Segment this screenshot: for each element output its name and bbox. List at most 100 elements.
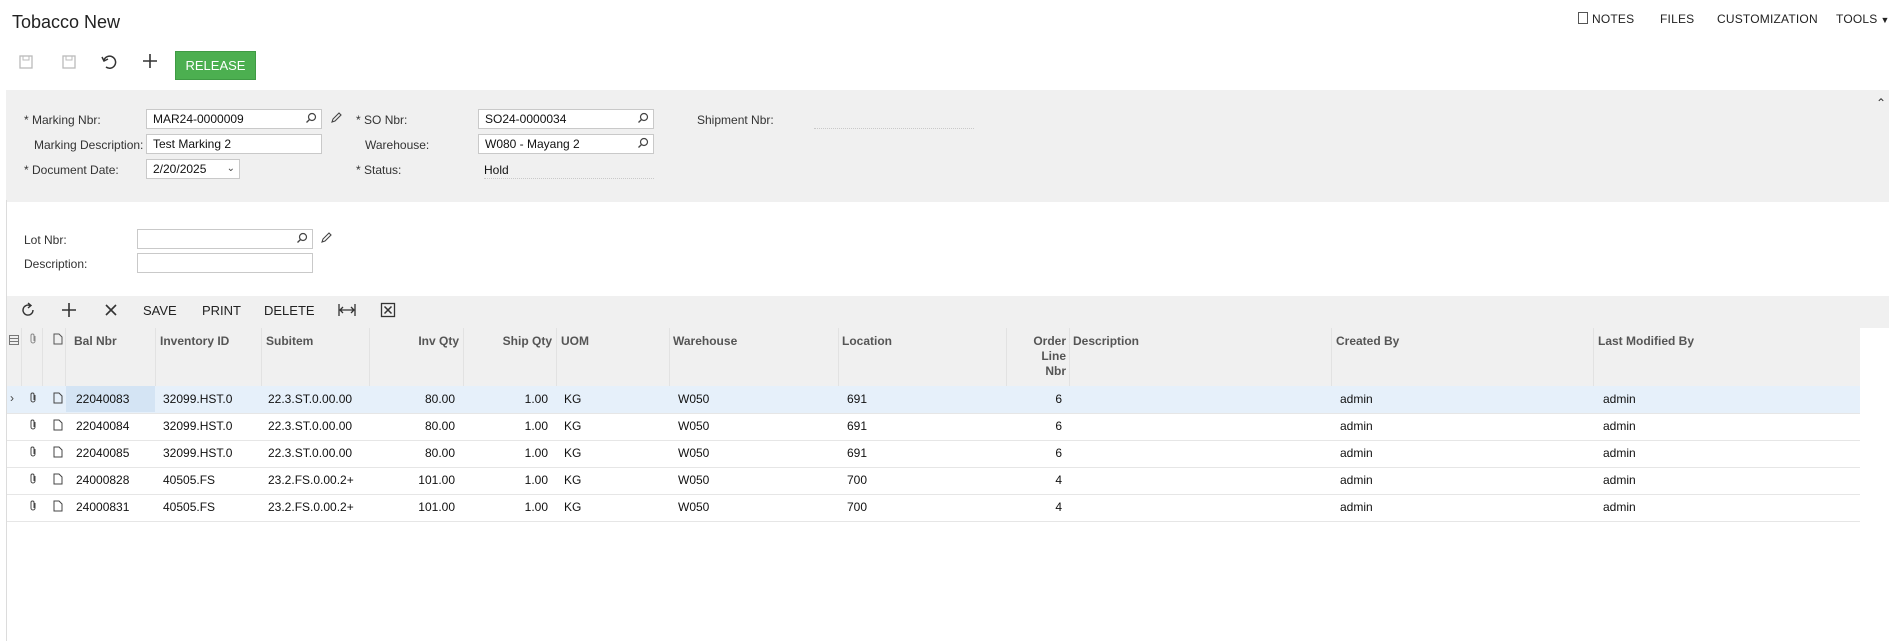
search-icon[interactable] <box>637 112 649 127</box>
edit-pencil-icon[interactable] <box>330 111 343 127</box>
cell-subitem[interactable]: 22.3.ST.0.00.00 <box>268 392 352 406</box>
cell-warehouse[interactable]: W050 <box>678 446 709 460</box>
cell-warehouse[interactable]: W050 <box>678 392 709 406</box>
tools-menu[interactable]: TOOLS ▼ <box>1836 12 1889 26</box>
col-header-ship-qty[interactable]: Ship Qty <box>465 334 552 348</box>
col-header-last-modified-by[interactable]: Last Modified By <box>1598 334 1694 348</box>
table-row[interactable]: 24000831 40505.FS 23.2.FS.0.00.2+ 101.00 1.0… <box>6 494 1860 522</box>
cell-ship-qty[interactable]: 1.00 <box>465 392 548 406</box>
col-header-created-by[interactable]: Created By <box>1336 334 1399 348</box>
attachment-icon[interactable] <box>28 500 38 515</box>
document-date-field[interactable]: 2/20/2025 ⌄ <box>146 159 240 179</box>
col-header-order-line-nbr[interactable]: Order Line Nbr <box>1008 334 1066 379</box>
cell-inv-qty[interactable]: 80.00 <box>371 419 455 433</box>
description-filter-field[interactable] <box>137 253 313 273</box>
table-row[interactable]: 22040085 32099.HST.0 22.3.ST.0.00.00 80.00 1… <box>6 440 1860 468</box>
cell-bal-nbr[interactable]: 24000831 <box>76 500 129 514</box>
cell-ship-qty[interactable]: 1.00 <box>465 473 548 487</box>
grid-print-button[interactable]: PRINT <box>202 303 241 318</box>
refresh-icon[interactable] <box>20 302 36 321</box>
table-row[interactable]: › 22040083 32099.HST.0 22.3.ST.0.00.00 80.00… <box>6 386 1860 414</box>
so-nbr-field[interactable]: SO24-0000034 <box>478 109 654 129</box>
search-icon[interactable] <box>296 232 308 247</box>
cell-last-modified-by[interactable]: admin <box>1603 446 1636 460</box>
cell-inventory-id[interactable]: 32099.HST.0 <box>163 446 232 460</box>
collapse-icon[interactable]: ⌃ <box>1876 96 1886 110</box>
save-close-icon[interactable] <box>18 54 34 75</box>
cell-last-modified-by[interactable]: admin <box>1603 500 1636 514</box>
cell-uom[interactable]: KG <box>564 500 581 514</box>
cell-warehouse[interactable]: W050 <box>678 473 709 487</box>
cell-created-by[interactable]: admin <box>1340 446 1373 460</box>
cell-inventory-id[interactable]: 40505.FS <box>163 500 215 514</box>
col-header-inventory-id[interactable]: Inventory ID <box>160 334 229 348</box>
release-button[interactable]: RELEASE <box>175 51 256 80</box>
attachment-icon[interactable] <box>28 419 38 434</box>
fit-columns-icon[interactable] <box>338 302 356 321</box>
grid-delete-button[interactable]: DELETE <box>264 303 315 318</box>
attachment-icon[interactable] <box>28 392 38 407</box>
cell-ship-qty[interactable]: 1.00 <box>465 500 548 514</box>
table-row[interactable]: 24000828 40505.FS 23.2.FS.0.00.2+ 101.00 1.0… <box>6 467 1860 495</box>
cell-order-line[interactable]: 4 <box>1008 473 1062 487</box>
cell-subitem[interactable]: 23.2.FS.0.00.2+ <box>268 473 354 487</box>
delete-row-icon[interactable] <box>103 302 119 321</box>
cell-created-by[interactable]: admin <box>1340 473 1373 487</box>
cell-ship-qty[interactable]: 1.00 <box>465 419 548 433</box>
cell-inv-qty[interactable]: 80.00 <box>371 446 455 460</box>
cell-subitem[interactable]: 22.3.ST.0.00.00 <box>268 446 352 460</box>
cell-bal-nbr[interactable]: 22040084 <box>76 419 129 433</box>
cell-inventory-id[interactable]: 40505.FS <box>163 473 215 487</box>
cell-uom[interactable]: KG <box>564 419 581 433</box>
notes-link[interactable]: NOTES <box>1578 12 1634 26</box>
cell-bal-nbr[interactable]: 22040085 <box>76 446 129 460</box>
col-header-uom[interactable]: UOM <box>561 334 589 348</box>
cell-last-modified-by[interactable]: admin <box>1603 473 1636 487</box>
edit-pencil-icon[interactable] <box>320 231 333 247</box>
search-icon[interactable] <box>637 137 649 152</box>
cell-uom[interactable]: KG <box>564 446 581 460</box>
lot-nbr-field[interactable] <box>137 229 313 249</box>
cell-subitem[interactable]: 22.3.ST.0.00.00 <box>268 419 352 433</box>
cell-bal-nbr[interactable]: 22040083 <box>76 392 129 406</box>
col-header-location[interactable]: Location <box>842 334 892 348</box>
cell-location[interactable]: 691 <box>847 392 867 406</box>
cell-inv-qty[interactable]: 101.00 <box>371 473 455 487</box>
customization-link[interactable]: CUSTOMIZATION <box>1717 12 1818 26</box>
note-icon[interactable] <box>53 392 63 407</box>
cell-location[interactable]: 700 <box>847 500 867 514</box>
chevron-down-icon[interactable]: ⌄ <box>227 163 235 174</box>
note-icon[interactable] <box>53 446 63 461</box>
cell-created-by[interactable]: admin <box>1340 392 1373 406</box>
add-icon[interactable] <box>142 53 158 74</box>
cell-order-line[interactable]: 6 <box>1008 446 1062 460</box>
attachment-icon[interactable] <box>28 473 38 488</box>
cell-order-line[interactable]: 6 <box>1008 392 1062 406</box>
cell-warehouse[interactable]: W050 <box>678 419 709 433</box>
cell-inv-qty[interactable]: 80.00 <box>371 392 455 406</box>
cell-created-by[interactable]: admin <box>1340 419 1373 433</box>
cell-warehouse[interactable]: W050 <box>678 500 709 514</box>
cell-order-line[interactable]: 6 <box>1008 419 1062 433</box>
marking-description-field[interactable]: Test Marking 2 <box>146 134 322 154</box>
files-link[interactable]: FILES <box>1660 12 1694 26</box>
cell-uom[interactable]: KG <box>564 473 581 487</box>
note-icon[interactable] <box>53 473 63 488</box>
col-header-description[interactable]: Description <box>1073 334 1139 348</box>
cell-created-by[interactable]: admin <box>1340 500 1373 514</box>
cell-uom[interactable]: KG <box>564 392 581 406</box>
col-header-warehouse[interactable]: Warehouse <box>673 334 737 348</box>
cell-inv-qty[interactable]: 101.00 <box>371 500 455 514</box>
export-excel-icon[interactable] <box>380 302 396 321</box>
cell-location[interactable]: 700 <box>847 473 867 487</box>
cell-last-modified-by[interactable]: admin <box>1603 392 1636 406</box>
cell-inventory-id[interactable]: 32099.HST.0 <box>163 419 232 433</box>
warehouse-field[interactable]: W080 - Mayang 2 <box>478 134 654 154</box>
attachment-icon[interactable] <box>28 446 38 461</box>
col-header-inv-qty[interactable]: Inv Qty <box>371 334 459 348</box>
cell-bal-nbr[interactable]: 24000828 <box>76 473 129 487</box>
cell-subitem[interactable]: 23.2.FS.0.00.2+ <box>268 500 354 514</box>
cell-last-modified-by[interactable]: admin <box>1603 419 1636 433</box>
cell-location[interactable]: 691 <box>847 446 867 460</box>
undo-icon[interactable] <box>100 53 118 76</box>
